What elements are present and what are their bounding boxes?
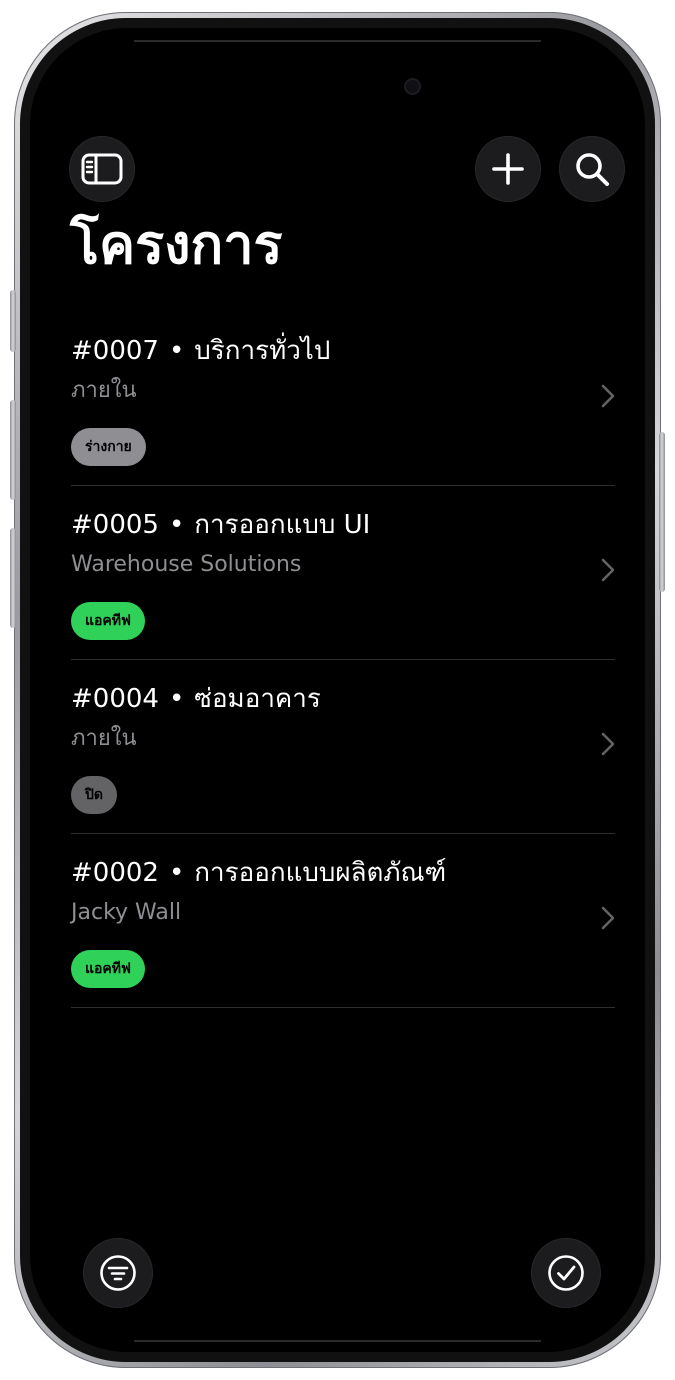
select-button[interactable] <box>531 1238 601 1308</box>
checkmark-circle-icon <box>548 1255 584 1291</box>
project-code: #0007 <box>71 336 159 366</box>
project-client: Jacky Wall <box>71 900 182 925</box>
chevron-right-icon <box>601 384 615 408</box>
project-name: ซ่อมอาคาร <box>194 684 321 714</box>
separator-dot: • <box>168 336 185 366</box>
project-row-0002[interactable]: #0002 • การออกแบบผลิตภัณฑ์ Jacky Wall แอคท… <box>71 834 615 1008</box>
project-row-0004[interactable]: #0004 • ซ่อมอาคาร ภายใน ปิด <box>71 660 615 834</box>
action-button <box>10 290 16 352</box>
project-client: ภายใน <box>71 726 137 751</box>
bezel: โครงการ #0007 • บริการทั่วไป ภายใน ร่างกาย… <box>20 18 655 1362</box>
add-project-button[interactable] <box>475 136 541 202</box>
status-badge: ปิด <box>71 776 117 814</box>
sidebar-button[interactable] <box>69 136 135 202</box>
power-button <box>659 432 665 592</box>
plus-icon <box>492 153 524 185</box>
project-list: #0007 • บริการทั่วไป ภายใน ร่างกาย #0005 • ก… <box>71 312 615 1008</box>
project-code: #0004 <box>71 684 159 714</box>
project-client: Warehouse Solutions <box>71 552 302 577</box>
project-name: การออกแบบ UI <box>194 510 371 540</box>
separator-dot: • <box>168 510 185 540</box>
chevron-right-icon <box>601 558 615 582</box>
chevron-right-icon <box>601 906 615 930</box>
status-badge: แอคทีฟ <box>71 950 145 988</box>
page-title: โครงการ <box>70 213 283 276</box>
sidebar-icon <box>81 153 123 185</box>
volume-down-button <box>10 528 16 628</box>
project-name: บริการทั่วไป <box>194 336 331 366</box>
screen: โครงการ #0007 • บริการทั่วไป ภายใน ร่างกาย… <box>30 28 645 1352</box>
project-title: #0004 • ซ่อมอาคาร <box>71 682 321 716</box>
project-code: #0005 <box>71 510 159 540</box>
chevron-right-icon <box>601 732 615 756</box>
project-title: #0007 • บริการทั่วไป <box>71 334 330 368</box>
search-button[interactable] <box>559 136 625 202</box>
separator-dot: • <box>168 684 185 714</box>
project-title: #0005 • การออกแบบ UI <box>71 508 370 542</box>
project-client: ภายใน <box>71 378 137 403</box>
volume-up-button <box>10 400 16 500</box>
separator-dot: • <box>168 858 185 888</box>
project-row-0007[interactable]: #0007 • บริการทั่วไป ภายใน ร่างกาย <box>71 312 615 486</box>
status-badge: แอคทีฟ <box>71 602 145 640</box>
phone-frame: โครงการ #0007 • บริการทั่วไป ภายใน ร่างกาย… <box>10 12 665 1368</box>
search-icon <box>576 153 609 186</box>
filter-button[interactable] <box>83 1238 153 1308</box>
project-code: #0002 <box>71 858 159 888</box>
project-name: การออกแบบผลิตภัณฑ์ <box>194 858 447 888</box>
project-title: #0002 • การออกแบบผลิตภัณฑ์ <box>71 856 446 890</box>
filter-icon <box>100 1255 136 1291</box>
front-camera <box>406 80 419 93</box>
project-row-0005[interactable]: #0005 • การออกแบบ UI Warehouse Solutions แ… <box>71 486 615 660</box>
status-badge: ร่างกาย <box>71 428 146 466</box>
